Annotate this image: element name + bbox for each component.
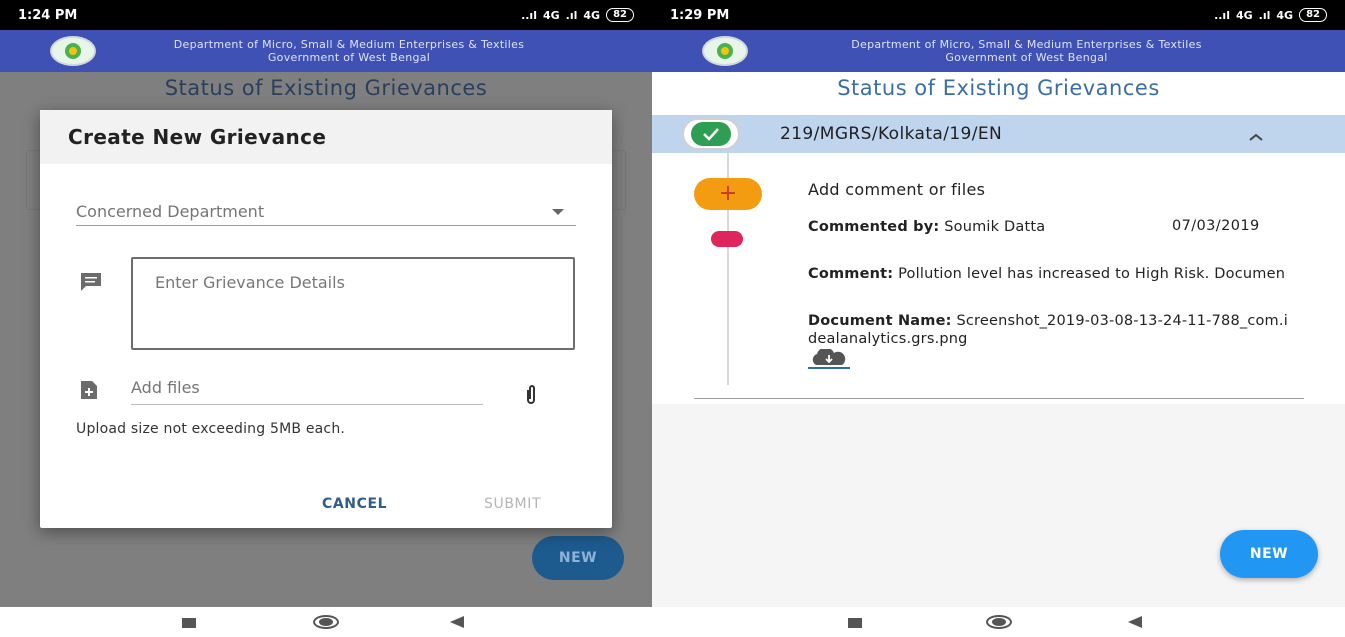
app-header-titles: Department of Micro, Small & Medium Ente… xyxy=(96,38,602,64)
nav-recent-icon[interactable] xyxy=(182,618,196,628)
battery-icon: 82 xyxy=(606,8,634,22)
department-name: Department of Micro, Small & Medium Ente… xyxy=(851,38,1202,51)
app-bar: Department of Micro, Small & Medium Ente… xyxy=(0,30,652,72)
nav-home-icon[interactable] xyxy=(313,615,339,629)
status-resolved-badge xyxy=(682,118,740,150)
check-icon xyxy=(691,122,731,146)
comment-date: 07/03/2019 xyxy=(1172,218,1260,234)
status-icons: ..ıl 4G .ıl 4G 82 xyxy=(521,8,634,22)
nav-back-icon[interactable] xyxy=(450,616,464,628)
upload-size-note: Upload size not exceeding 5MB each. xyxy=(76,421,346,437)
status-bar: 1:24 PM ..ıl 4G .ıl 4G 82 xyxy=(0,0,652,30)
comment-label: Comment: xyxy=(808,266,894,282)
document-name: Document Name: Screenshot_2019-03-08-13-… xyxy=(808,312,1288,348)
plus-icon[interactable]: + xyxy=(694,178,762,210)
create-grievance-dialog: Create New Grievance Concerned Departmen… xyxy=(40,110,612,528)
battery-icon: 82 xyxy=(1299,8,1327,22)
add-files-input[interactable]: Add files xyxy=(131,378,483,405)
dialog-title: Create New Grievance xyxy=(68,125,327,149)
comment-text: Comment: Pollution level has increased t… xyxy=(808,265,1288,283)
network-type: 4G xyxy=(542,8,560,22)
department-name: Department of Micro, Small & Medium Ente… xyxy=(173,38,525,51)
comment-icon xyxy=(80,272,102,296)
page-title: Status of Existing Grievances xyxy=(164,76,488,100)
emblem-logo xyxy=(50,36,96,66)
download-cloud-icon[interactable] xyxy=(808,347,850,369)
signal-icon: ..ıl xyxy=(521,8,537,22)
divider xyxy=(694,398,1304,399)
attach-icon[interactable] xyxy=(524,385,538,409)
government-name: Government of West Bengal xyxy=(945,51,1108,64)
status-time: 1:29 PM xyxy=(670,7,730,23)
new-grievance-button[interactable]: NEW xyxy=(1220,530,1318,578)
nav-back-icon[interactable] xyxy=(1128,616,1142,628)
dropdown-caret-icon xyxy=(552,208,564,215)
grievance-details-placeholder: Enter Grievance Details xyxy=(155,273,345,292)
commented-by: Commented by: Soumik Datta xyxy=(808,218,1108,236)
signal-icon: ..ıl xyxy=(1214,8,1230,22)
department-select-label: Concerned Department xyxy=(76,202,265,221)
network-type: 4G xyxy=(1276,8,1294,22)
comment-value: Pollution level has increased to High Ri… xyxy=(898,266,1286,282)
nav-home-icon[interactable] xyxy=(986,615,1012,629)
document-label: Document Name: xyxy=(808,313,952,329)
new-grievance-button: NEW xyxy=(532,536,624,580)
right-phone-screen: 1:29 PM ..ıl 4G .ıl 4G 82 Department of … xyxy=(652,0,1345,637)
signal-icon: .ıl xyxy=(1258,8,1271,22)
grievance-details-input[interactable]: Enter Grievance Details xyxy=(131,257,575,350)
system-nav-bar xyxy=(652,607,1345,637)
signal-icon: .ıl xyxy=(565,8,578,22)
system-nav-bar xyxy=(0,607,652,637)
status-bar: 1:29 PM ..ıl 4G .ıl 4G 82 xyxy=(652,0,1345,30)
commented-by-label: Commented by: xyxy=(808,219,940,235)
add-comment-label[interactable]: Add comment or files xyxy=(808,180,985,199)
department-select[interactable]: Concerned Department xyxy=(76,198,576,226)
page-title: Status of Existing Grievances xyxy=(837,76,1160,100)
grievance-id: 219/MGRS/Kolkata/19/EN xyxy=(780,124,1003,144)
app-bar: Department of Micro, Small & Medium Ente… xyxy=(652,30,1345,72)
submit-button[interactable]: SUBMIT xyxy=(484,496,541,512)
status-icons: ..ıl 4G .ıl 4G 82 xyxy=(1214,8,1327,22)
dialog-header: Create New Grievance xyxy=(40,110,612,164)
left-phone-screen: 1:24 PM ..ıl 4G .ıl 4G 82 Department of … xyxy=(0,0,652,637)
network-type: 4G xyxy=(583,8,601,22)
grievance-accordion-header[interactable]: 219/MGRS/Kolkata/19/EN xyxy=(652,115,1345,153)
timeline-dot xyxy=(711,231,743,247)
cancel-button[interactable]: CANCEL xyxy=(322,496,387,512)
chevron-up-icon[interactable] xyxy=(1248,127,1264,146)
commented-by-value: Soumik Datta xyxy=(944,219,1046,235)
emblem-logo xyxy=(702,36,748,66)
nav-recent-icon[interactable] xyxy=(848,618,862,628)
government-name: Government of West Bengal xyxy=(267,51,431,64)
network-type: 4G xyxy=(1235,8,1253,22)
add-file-icon xyxy=(80,380,98,404)
status-time: 1:24 PM xyxy=(18,7,78,23)
app-header-titles: Department of Micro, Small & Medium Ente… xyxy=(748,38,1305,64)
